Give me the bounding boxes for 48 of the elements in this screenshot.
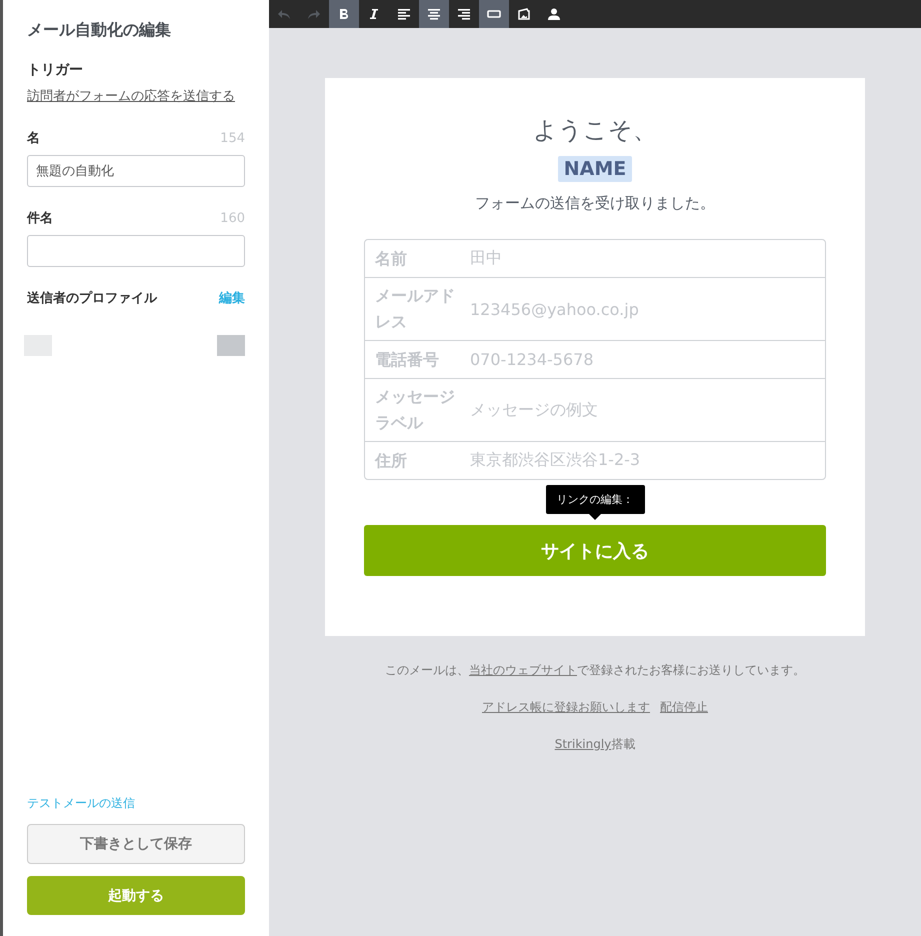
trigger-link[interactable]: 訪問者がフォームの応答を送信する xyxy=(27,87,245,107)
italic-icon xyxy=(367,7,381,21)
section-label: トリガー xyxy=(27,61,84,79)
bold-button[interactable] xyxy=(329,0,359,28)
test-email-link[interactable]: テストメールの送信 xyxy=(27,795,245,812)
greeting: ようこそ、 xyxy=(533,115,657,146)
bold-icon xyxy=(337,7,351,21)
section-label: 送信者のプロファイル xyxy=(27,290,157,307)
field-label: 名 xyxy=(27,130,40,147)
footer-link[interactable]: 配信停止 xyxy=(660,699,708,716)
launch-button[interactable]: 起動する xyxy=(27,876,245,915)
text-field[interactable]: 無題の自動化 xyxy=(27,155,245,187)
footer-notice: このメールは、当社のウェブサイト で登録されたお客様にお送りしています。 xyxy=(385,662,805,679)
row-label: メッセージラベル xyxy=(375,386,456,434)
align-center-button[interactable] xyxy=(419,0,449,28)
text-field[interactable] xyxy=(27,235,245,267)
row-value: 070-1234-5678 xyxy=(470,350,594,369)
footer-link[interactable]: アドレス帳に登録お願いします xyxy=(482,699,650,716)
row-value: 123456@yahoo.co.jp xyxy=(470,300,639,318)
row-label: メールアドレス xyxy=(375,285,456,333)
person-icon xyxy=(547,7,561,21)
swatch xyxy=(217,335,245,356)
align-right-icon xyxy=(457,7,471,21)
row-label: 電話番号 xyxy=(375,348,440,370)
edit-link[interactable]: 編集 xyxy=(219,289,245,307)
row-value: メッセージの例文 xyxy=(470,400,598,420)
image-icon xyxy=(517,7,531,21)
field-label: 件名 xyxy=(27,210,53,227)
row-label: 名前 xyxy=(375,248,408,270)
row-label: 住所 xyxy=(375,450,408,472)
website-link[interactable]: 当社のウェブサイト xyxy=(469,663,577,677)
align-center-icon xyxy=(427,7,441,21)
panel-title: メール自動化の編集 xyxy=(27,20,172,41)
row-value: 田中 xyxy=(470,248,502,269)
redo-icon xyxy=(307,7,321,21)
rectangle-button[interactable] xyxy=(479,0,509,28)
save-draft-button[interactable]: 下書きとして保存 xyxy=(27,824,245,864)
powered-by-text: Strikingly搭載 xyxy=(554,736,636,753)
message-text: フォームの送信を受け取りました。 xyxy=(475,194,715,213)
character-count: 160 xyxy=(220,211,245,226)
tooltip: リンクの編集： xyxy=(546,485,644,520)
rectangle-icon xyxy=(487,7,501,21)
name-tag: NAME xyxy=(558,156,632,182)
strikingly-link[interactable]: Strikingly xyxy=(554,737,612,751)
character-count: 154 xyxy=(220,131,245,146)
row-value: 東京都渋谷区渋谷1-2-3 xyxy=(470,450,640,471)
enter-site-button[interactable]: サイトに入る xyxy=(364,525,826,576)
align-left-icon xyxy=(397,7,411,21)
